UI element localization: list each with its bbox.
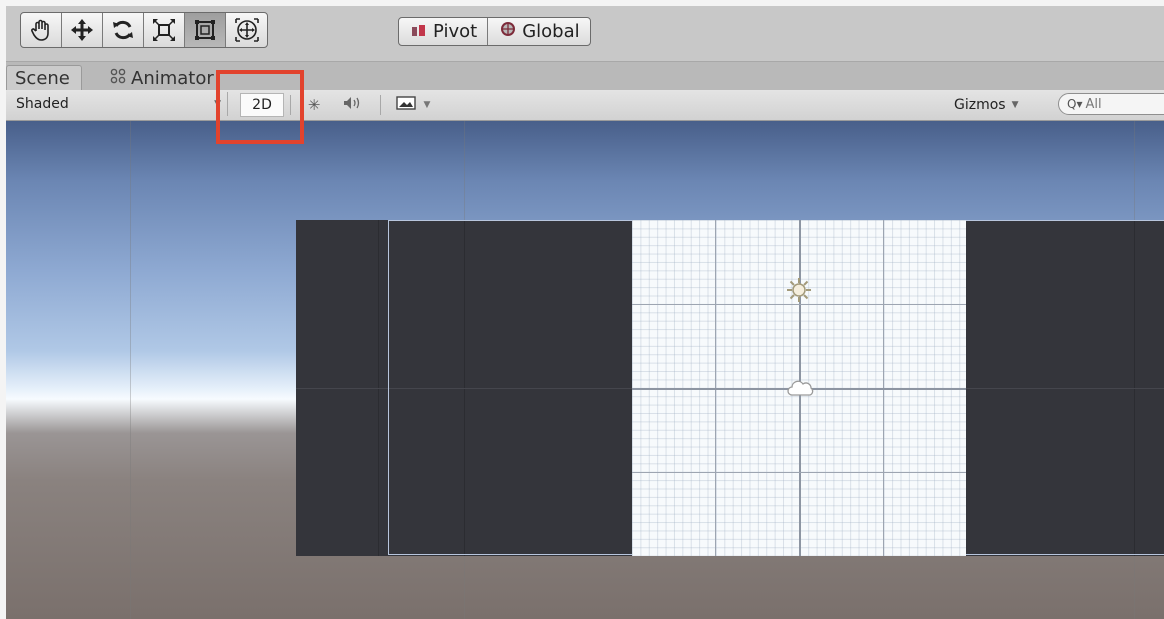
global-button[interactable]: Global bbox=[488, 18, 589, 45]
dropdown-arrow-icon: ▼ bbox=[1011, 100, 1019, 110]
main-toolbar: Pivot Global bbox=[6, 6, 1164, 61]
gizmos-label: Gizmos bbox=[954, 97, 1006, 113]
unity-editor-window: Pivot Global Scene Animator Shaded ▼ 2D … bbox=[6, 6, 1164, 619]
globe-icon bbox=[500, 21, 516, 42]
rotate-icon bbox=[113, 20, 133, 40]
scene-effects-dropdown[interactable]: ▼ bbox=[390, 93, 436, 117]
2d-mode-toggle[interactable]: 2D bbox=[240, 93, 284, 117]
dropdown-arrow-icon: ▼ bbox=[423, 100, 431, 110]
animator-icon bbox=[110, 68, 126, 88]
hand-icon bbox=[31, 19, 49, 41]
rect-tool-button[interactable] bbox=[185, 13, 226, 47]
rect-transform-icon bbox=[195, 20, 215, 40]
shading-mode-label: Shaded bbox=[16, 96, 69, 112]
window-tabs: Scene Animator bbox=[6, 61, 1164, 91]
dropdown-arrow-icon: ▼ bbox=[214, 99, 221, 109]
pivot-button[interactable]: Pivot bbox=[399, 18, 489, 45]
speaker-icon bbox=[343, 96, 365, 114]
global-label: Global bbox=[522, 21, 580, 42]
rotate-tool-button[interactable] bbox=[103, 13, 144, 47]
search-placeholder: All bbox=[1085, 96, 1102, 112]
move-tool-button[interactable] bbox=[62, 13, 103, 47]
scene-search-field[interactable]: Q▾ All bbox=[1058, 93, 1164, 115]
transform-tool-button[interactable] bbox=[226, 13, 267, 47]
transform-tools-group bbox=[20, 12, 268, 48]
grid-line bbox=[130, 121, 131, 619]
scale-tool-button[interactable] bbox=[144, 13, 185, 47]
toolbar-separator bbox=[290, 95, 291, 115]
scene-viewport[interactable] bbox=[6, 121, 1164, 619]
grid-line bbox=[632, 304, 966, 305]
move-arrows-icon bbox=[71, 19, 93, 41]
image-icon bbox=[395, 96, 416, 114]
pivot-mode-group: Pivot Global bbox=[398, 17, 591, 46]
scene-lighting-toggle[interactable]: ✳ bbox=[302, 93, 326, 117]
sun-icon: ✳ bbox=[307, 96, 321, 114]
shading-mode-dropdown[interactable]: Shaded ▼ bbox=[6, 92, 228, 116]
hand-tool-button[interactable] bbox=[21, 13, 62, 47]
pivot-icon bbox=[411, 21, 427, 42]
scale-icon bbox=[153, 19, 175, 41]
transform-icon bbox=[234, 18, 259, 42]
pivot-label: Pivot bbox=[433, 21, 478, 42]
tab-scene-label: Scene bbox=[15, 68, 70, 89]
search-icon: Q▾ bbox=[1067, 97, 1083, 111]
scene-audio-toggle[interactable] bbox=[340, 93, 368, 117]
gizmos-dropdown[interactable]: Gizmos ▼ bbox=[954, 93, 1019, 117]
grid-line bbox=[632, 472, 966, 473]
light-gizmo-icon[interactable] bbox=[786, 277, 812, 303]
tab-animator-label: Animator bbox=[131, 67, 214, 89]
camera-gizmo-icon[interactable] bbox=[786, 377, 816, 399]
tab-scene[interactable]: Scene bbox=[6, 65, 82, 91]
tab-animator[interactable]: Animator bbox=[102, 65, 222, 91]
toolbar-separator bbox=[380, 95, 381, 115]
scene-toolbar: Shaded ▼ 2D ✳ ▼ Gizmos ▼ Q▾ All bbox=[6, 90, 1164, 121]
2d-mode-label: 2D bbox=[252, 97, 272, 113]
